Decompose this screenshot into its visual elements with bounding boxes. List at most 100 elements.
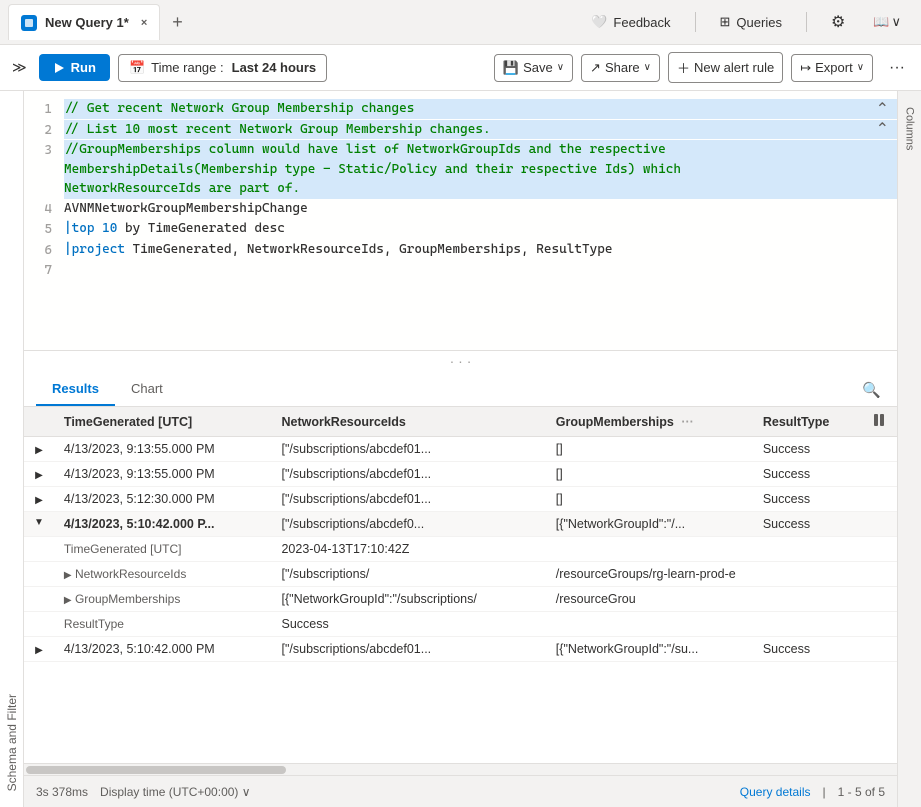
expand-chevron-icon[interactable]: ▶ [35,470,43,481]
sub-extra-cell [863,537,897,562]
settings-button[interactable]: ⚙ [823,8,853,36]
collapse-sidebar-button[interactable]: ≫ [8,55,31,80]
code-content-3: //GroupMemberships column would have lis… [64,140,897,199]
col-header-group[interactable]: GroupMemberships ··· [546,407,753,437]
left-sidebar[interactable]: Schema and Filter [0,91,24,807]
right-sidebar[interactable]: Columns [897,91,921,807]
more-options-button[interactable]: ··· [881,55,913,81]
collapse-code-button[interactable]: ⌃⌃ [876,99,889,139]
save-icon: 💾 [503,60,519,76]
share-label: Share [605,60,640,75]
cell-result: Success [753,512,863,537]
sub-expand-icon[interactable]: ▶ [64,570,72,581]
run-button[interactable]: Run [39,54,110,81]
export-icon: ↦ [800,60,811,76]
tab-icon [21,15,37,31]
expand-button[interactable]: 📖 ∨ [869,10,905,34]
expand-chevron-icon[interactable]: ▶ [35,495,43,506]
sub-label: TimeGenerated [UTC] [54,537,272,562]
calendar-icon: 📅 [129,60,145,76]
expand-cell[interactable]: ▶ [24,462,54,487]
code-line-4: 4 AVNMNetworkGroupMembershipChange [24,199,897,220]
code-line-5: 5 |top 10 by TimeGenerated desc [24,219,897,240]
sub-extra [546,612,863,637]
table-row[interactable]: ▶ 4/13/2023, 5:10:42.000 PM ["/subscript… [24,637,897,662]
table-row[interactable]: ▶ 4/13/2023, 9:13:55.000 PM ["/subscript… [24,437,897,462]
expand-chevron-icon[interactable]: ▶ [35,445,43,456]
expand-chevron-icon[interactable]: ▶ [35,645,43,656]
cell-result: Success [753,487,863,512]
divider2 [806,12,807,32]
cell-result: Success [753,437,863,462]
line-number-2: 2 [24,120,64,141]
cell-extra [863,512,897,537]
divider-pipe: | [823,785,826,799]
sub-extra-cell [863,612,897,637]
scroll-thumb[interactable] [26,766,286,774]
display-time-label: Display time (UTC+00:00) [100,785,238,799]
sub-extra-cell [863,587,897,612]
feedback-label: Feedback [613,15,670,30]
expand-cell[interactable]: ▼ [24,512,54,537]
new-alert-button[interactable]: ＋ New alert rule [668,52,783,83]
table-row-expanded[interactable]: ▼ 4/13/2023, 5:10:42.000 P... ["/subscri… [24,512,897,537]
tab-chart[interactable]: Chart [115,373,179,406]
share-icon: ↗ [590,60,601,76]
line-number-6: 6 [24,240,64,261]
results-table-container[interactable]: TimeGenerated [UTC] NetworkResourceIds G… [24,407,897,763]
code-editor[interactable]: 1 // Get recent Network Group Membership… [24,91,897,351]
sub-label: ▶ GroupMemberships [54,587,272,612]
cell-extra [863,462,897,487]
table-row[interactable]: ▶ 4/13/2023, 9:13:55.000 PM ["/subscript… [24,462,897,487]
queries-icon: ⊞ [720,14,731,30]
col-header-network[interactable]: NetworkResourceIds [271,407,545,437]
expand-cell[interactable]: ▶ [24,487,54,512]
save-chevron-icon: ∨ [557,62,564,73]
new-tab-button[interactable]: + [164,12,191,33]
share-button[interactable]: ↗ Share ∨ [581,54,660,82]
code-line-3: 3 //GroupMemberships column would have l… [24,140,897,199]
tab-title: New Query 1* [45,15,129,30]
queries-button[interactable]: ⊞ Queries [712,10,790,34]
tab-results[interactable]: Results [36,373,115,406]
cell-time: 4/13/2023, 9:13:55.000 PM [54,437,272,462]
cell-extra [863,487,897,512]
heart-icon: 🤍 [591,14,607,30]
table-body: ▶ 4/13/2023, 9:13:55.000 PM ["/subscript… [24,437,897,662]
sub-indent [24,612,54,637]
expand-cell[interactable]: ▶ [24,437,54,462]
line-number-3: 3 [24,140,64,161]
sub-indent [24,587,54,612]
time-range-button[interactable]: 📅 Time range : Last 24 hours [118,54,327,82]
tab-close-button[interactable]: × [141,17,147,29]
expand-cell[interactable]: ▶ [24,637,54,662]
cell-extra [863,437,897,462]
save-button[interactable]: 💾 Save ∨ [494,54,573,82]
table-row[interactable]: ▶ 4/13/2023, 5:12:30.000 PM ["/subscript… [24,487,897,512]
alert-icon: ＋ [677,58,690,77]
queries-label: Queries [736,15,782,30]
code-dots: · · · [24,351,897,373]
query-details-button[interactable]: Query details [740,785,811,799]
query-tab[interactable]: New Query 1* × [8,4,160,40]
col-header-result[interactable]: ResultType [753,407,863,437]
col-header-time[interactable]: TimeGenerated [UTC] [54,407,272,437]
export-button[interactable]: ↦ Export ∨ [791,54,873,82]
horizontal-scrollbar[interactable] [24,763,897,775]
feedback-button[interactable]: 🤍 Feedback [583,10,678,34]
sub-expand-icon[interactable]: ▶ [64,595,72,606]
cell-extra [863,637,897,662]
status-bar: 3s 378ms Display time (UTC+00:00) ∨ Quer… [24,775,897,807]
line-number-5: 5 [24,219,64,240]
col-menu-icon[interactable]: ··· [681,415,694,429]
search-icon[interactable]: 🔍 [858,377,885,403]
cell-network: ["/subscriptions/abcdef01... [271,462,545,487]
cell-time: 4/13/2023, 5:10:42.000 PM [54,637,272,662]
schema-filter-label: Schema and Filter [5,694,19,791]
code-content-1: // Get recent Network Group Membership c… [64,99,897,119]
sub-value: [{"NetworkGroupId":"/subscriptions/ [271,587,545,612]
tab-bar: New Query 1* × + 🤍 Feedback ⊞ Queries ⚙ … [0,0,921,45]
export-label: Export [815,60,853,75]
columns-toggle-header[interactable] [863,407,897,437]
table-header-row: TimeGenerated [UTC] NetworkResourceIds G… [24,407,897,437]
